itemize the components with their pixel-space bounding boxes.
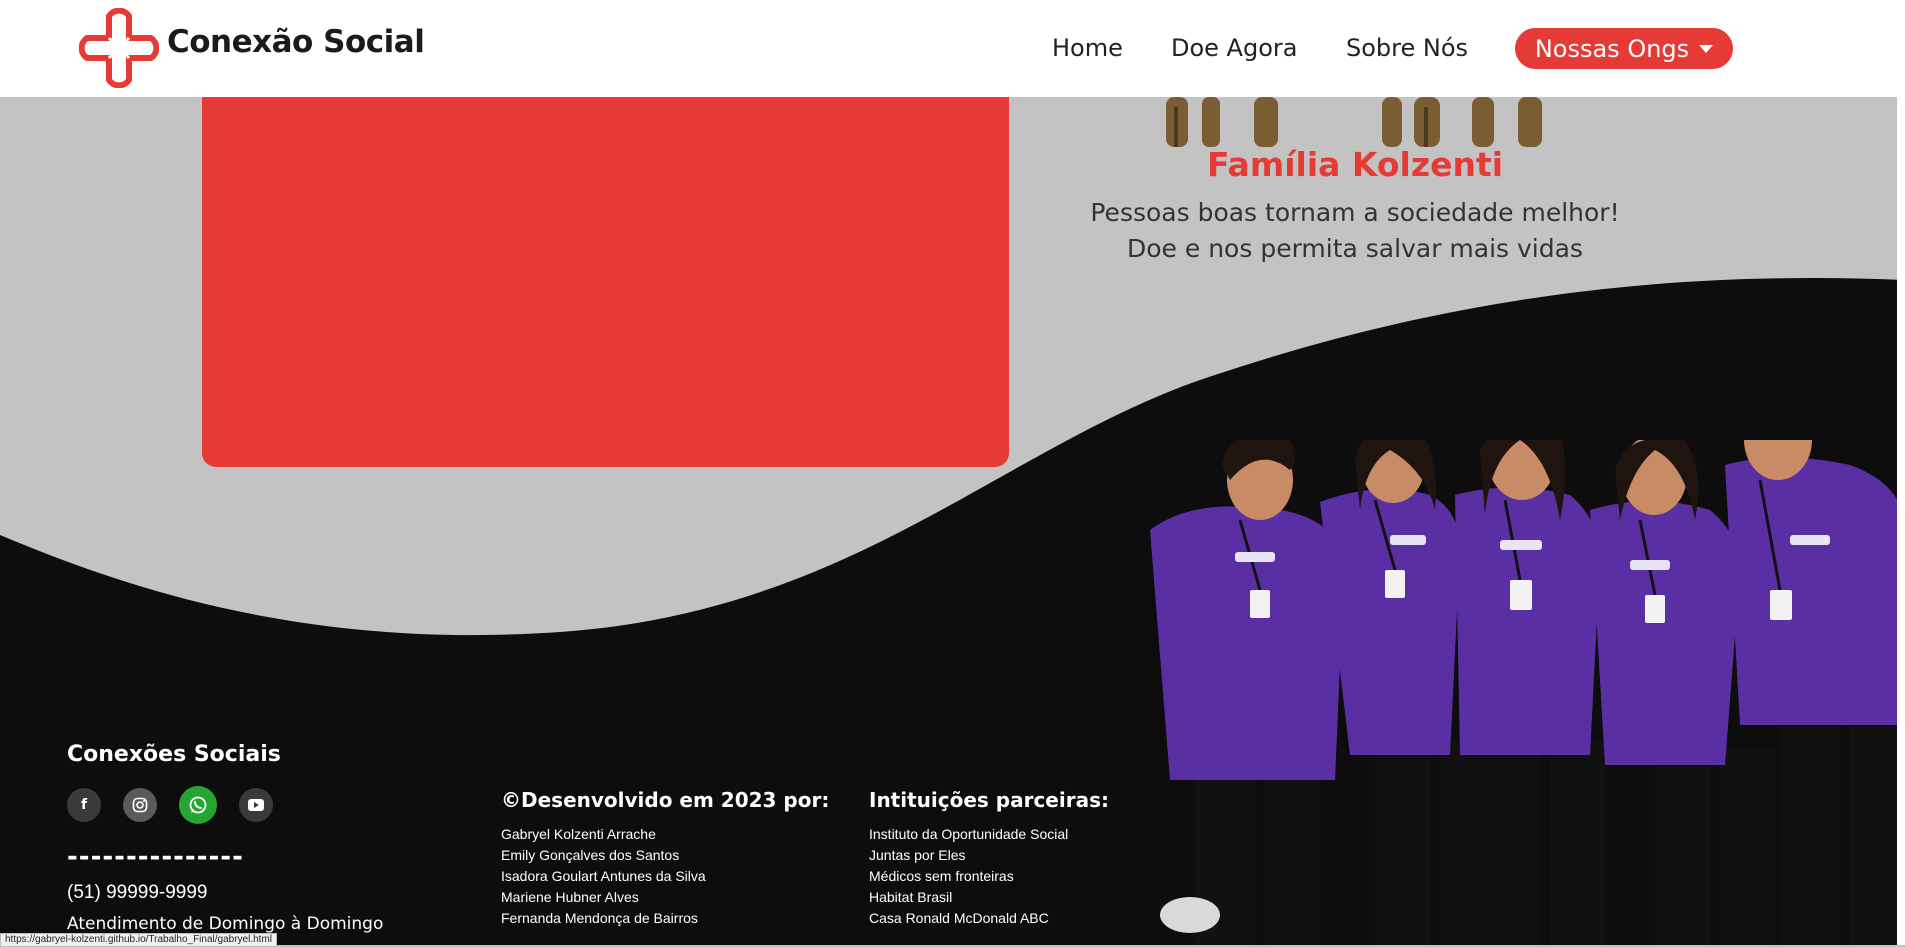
list-item: Habitat Brasil [869, 889, 953, 905]
nav-home[interactable]: Home [1052, 34, 1123, 62]
list-item: Emily Gonçalves dos Santos [501, 847, 680, 863]
family-title: Família Kolzenti [1206, 145, 1504, 184]
nav-doe-agora[interactable]: Doe Agora [1171, 34, 1297, 62]
social-icons: f [67, 786, 273, 824]
logo-icon[interactable] [79, 8, 159, 88]
list-item: Gabryel Kolzenti Arrache [501, 826, 656, 842]
nossas-ongs-dropdown[interactable]: Nossas Ongs [1515, 28, 1733, 69]
list-item: Médicos sem fronteiras [869, 868, 1014, 884]
list-item: Fernanda Mendonça de Bairros [501, 910, 698, 926]
phone-number: (51) 99999-9999 [67, 882, 208, 903]
divider-dashes: --------------- [67, 842, 244, 872]
facebook-icon[interactable]: f [67, 788, 101, 822]
social-title: Conexões Sociais [67, 742, 281, 767]
list-item: Mariene Hubner Alves [501, 889, 639, 905]
list-item: Casa Ronald McDonald ABC [869, 910, 1049, 926]
brand-name[interactable]: Conexão Social [167, 24, 425, 60]
list-item: Instituto da Oportunidade Social [869, 826, 1069, 842]
nav-sobre-nos[interactable]: Sobre Nós [1346, 34, 1468, 62]
tagline-line-1: Pessoas boas tornam a sociedade melhor! [1090, 198, 1620, 227]
list-item: Isadora Goulart Antunes da Silva [501, 868, 706, 884]
developers-title: ©Desenvolvido em 2023 por: [501, 788, 830, 812]
volunteers-photo [1150, 440, 1905, 945]
featured-card [202, 75, 1009, 467]
service-hours: Atendimento de Domingo à Domingo [67, 914, 384, 934]
instagram-icon[interactable] [123, 788, 157, 822]
dropdown-label: Nossas Ongs [1534, 34, 1690, 63]
developers-list: Gabryel Kolzenti Arrache Emily Gonçalves… [501, 824, 706, 929]
chevron-down-icon [1699, 44, 1714, 53]
scrollbar[interactable] [1897, 0, 1905, 945]
tagline-line-2: Doe e nos permita salvar mais vidas [1127, 234, 1583, 263]
whatsapp-icon[interactable] [179, 786, 217, 824]
youtube-icon[interactable] [239, 788, 273, 822]
partners-list: Instituto da Oportunidade Social Juntas … [869, 824, 1068, 929]
partners-title: Intituições parceiras: [869, 788, 1109, 812]
family-photo-partial [1166, 97, 1542, 147]
list-item: Juntas por Eles [869, 847, 966, 863]
site-header: Conexão Social Home Doe Agora Sobre Nós … [0, 0, 1905, 97]
